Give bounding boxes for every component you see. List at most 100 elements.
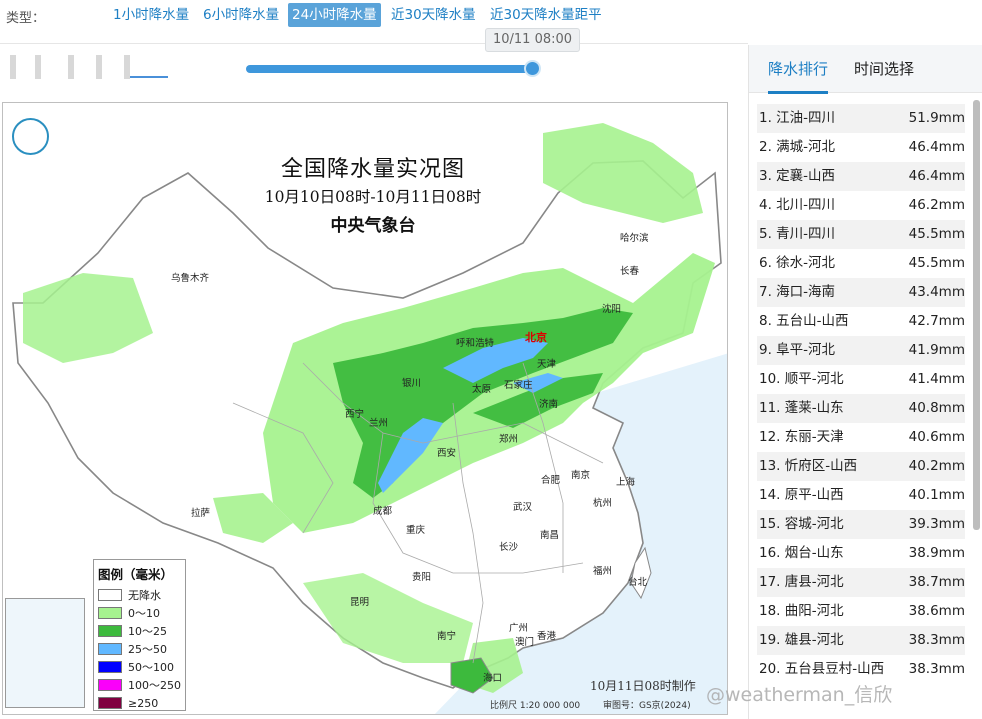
city-label-capital: 北京 (525, 331, 547, 344)
map-scale: 比例尺 1:20 000 000 (490, 701, 581, 711)
city-label: 台北 (628, 577, 648, 588)
ranking-row[interactable]: 4. 北川-四川 46.2mm (757, 191, 965, 220)
ranking-panel-header: 降水排行 时间选择 (749, 45, 982, 94)
weibo-watermark: @weatherman_信欣 (706, 684, 893, 706)
ranking-row[interactable]: 12. 东丽-天津 40.6mm (757, 423, 965, 452)
legend-swatch (98, 643, 122, 655)
ranking-station-name: 17. 唐县-河北 (759, 574, 844, 590)
timeline-tick (96, 55, 102, 79)
ranking-precip-value: 46.2mm (908, 197, 965, 213)
ranking-station-name: 18. 曲阳-河北 (759, 603, 844, 619)
timeline-tick (68, 55, 74, 79)
ranking-precip-value: 38.6mm (908, 603, 965, 619)
ranking-row[interactable]: 16. 烟台-山东 38.9mm (757, 539, 965, 568)
ranking-precip-value: 42.7mm (908, 313, 965, 329)
city-label: 石家庄 (504, 380, 533, 391)
ranking-precip-value: 40.6mm (908, 429, 965, 445)
legend-label: 50～100 (128, 661, 174, 674)
city-label: 杭州 (593, 498, 613, 509)
timeline-slider-thumb[interactable] (524, 60, 541, 77)
ranking-station-name: 7. 海口-海南 (759, 284, 836, 300)
ranking-precip-value: 46.4mm (908, 139, 965, 155)
tab-1h-precip[interactable]: 1小时降水量 (109, 3, 193, 27)
ranking-precip-value: 43.4mm (908, 284, 965, 300)
city-label: 南昌 (540, 530, 560, 541)
city-label: 西安 (437, 448, 457, 459)
city-label: 沈阳 (602, 304, 622, 315)
current-time-tooltip: 10/11 08:00 (485, 28, 580, 52)
ranking-row[interactable]: 18. 曲阳-河北 38.6mm (757, 597, 965, 626)
city-label: 武汉 (513, 502, 533, 513)
ranking-row[interactable]: 5. 青川-四川 45.5mm (757, 220, 965, 249)
legend-swatch (98, 589, 122, 601)
ranking-precip-value: 39.3mm (908, 516, 965, 532)
ranking-precip-value: 38.7mm (908, 574, 965, 590)
city-label: 长沙 (499, 542, 519, 553)
ranking-precip-value: 45.5mm (908, 226, 965, 242)
timeline-ticks (10, 55, 170, 81)
tab-24h-precip[interactable]: 24小时降水量 (288, 3, 381, 27)
ranking-row[interactable]: 19. 雄县-河北 38.3mm (757, 626, 965, 655)
legend-swatch (98, 697, 122, 709)
city-label: 香港 (537, 631, 557, 642)
ranking-row[interactable]: 3. 定襄-山西 46.4mm (757, 162, 965, 191)
map-made-time: 10月11日08时制作 (590, 679, 696, 693)
city-label: 郑州 (499, 434, 519, 445)
ranking-row[interactable]: 6. 徐水-河北 45.5mm (757, 249, 965, 278)
legend-label: 0～10 (128, 607, 160, 620)
ranking-row[interactable]: 17. 唐县-河北 38.7mm (757, 568, 965, 597)
cma-logo (12, 118, 49, 155)
ranking-row[interactable]: 2. 满城-河北 46.4mm (757, 133, 965, 162)
tab-time-select[interactable]: 时间选择 (854, 57, 914, 82)
ranking-station-name: 12. 东丽-天津 (759, 429, 844, 445)
timeline-underline (130, 76, 168, 78)
ranking-station-name: 4. 北川-四川 (759, 197, 836, 213)
ranking-row[interactable]: 9. 阜平-河北 41.9mm (757, 336, 965, 365)
map-subtitle: 10月10日08时-10月11日08时 (264, 188, 482, 206)
city-label: 重庆 (406, 525, 426, 536)
ranking-precip-value: 51.9mm (908, 110, 965, 126)
ranking-scrollbar[interactable] (973, 100, 980, 530)
ranking-row[interactable]: 10. 顺平-河北 41.4mm (757, 365, 965, 394)
legend-item: 0～10 (98, 604, 181, 622)
tab-30d-anomaly[interactable]: 近30天降水量距平 (486, 3, 606, 27)
ranking-row[interactable]: 13. 忻府区-山西 40.2mm (757, 452, 965, 481)
ranking-station-name: 19. 雄县-河北 (759, 632, 844, 648)
ranking-row[interactable]: 1. 江油-四川 51.9mm (757, 104, 965, 133)
legend-item: ≥250 (98, 694, 181, 712)
map-legend: 图例（毫米） 无降水 0～10 10～25 25～50 50～100 100～2… (93, 559, 186, 711)
city-label: 乌鲁木齐 (171, 273, 210, 284)
legend-swatch (98, 607, 122, 619)
ranking-precip-value: 38.3mm (908, 661, 965, 677)
legend-item: 25～50 (98, 640, 181, 658)
ranking-row[interactable]: 7. 海口-海南 43.4mm (757, 278, 965, 307)
ranking-row[interactable]: 8. 五台山-山西 42.7mm (757, 307, 965, 336)
ranking-precip-value: 38.3mm (908, 632, 965, 648)
city-label: 哈尔滨 (620, 233, 649, 244)
city-label: 广州 (509, 623, 529, 634)
city-label: 上海 (616, 477, 636, 488)
tab-6h-precip[interactable]: 6小时降水量 (199, 3, 283, 27)
city-label: 拉萨 (191, 508, 211, 519)
ranking-precip-value: 40.8mm (908, 400, 965, 416)
ranking-row[interactable]: 14. 原平-山西 40.1mm (757, 481, 965, 510)
toolbar-divider (0, 43, 748, 44)
ranking-row[interactable]: 15. 容城-河北 39.3mm (757, 510, 965, 539)
south-sea-inset (5, 598, 85, 708)
tab-precip-ranking[interactable]: 降水排行 (768, 57, 829, 94)
ranking-precip-value: 41.4mm (908, 371, 965, 387)
city-label: 西宁 (345, 409, 365, 420)
map-approval: 审图号：GS京(2024) (603, 701, 691, 711)
tab-30d-precip[interactable]: 近30天降水量 (387, 3, 480, 27)
ranking-station-name: 14. 原平-山西 (759, 487, 844, 503)
timeline-slider-track[interactable] (246, 65, 533, 73)
timeline-tick (35, 55, 41, 79)
city-label: 成都 (373, 506, 393, 517)
city-label: 呼和浩特 (456, 338, 495, 349)
legend-item: 10～25 (98, 622, 181, 640)
ranking-station-name: 8. 五台山-山西 (759, 313, 849, 329)
ranking-row[interactable]: 11. 蓬莱-山东 40.8mm (757, 394, 965, 423)
city-label: 南京 (571, 470, 591, 481)
legend-item: 无降水 (98, 586, 181, 604)
city-label: 太原 (472, 384, 492, 395)
